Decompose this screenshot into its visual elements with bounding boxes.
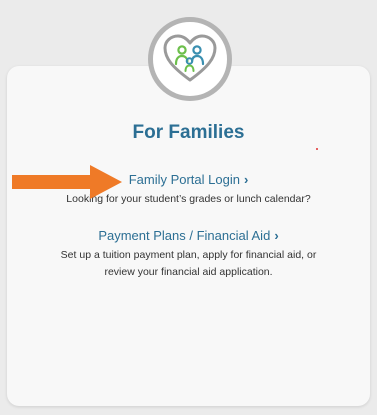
families-page: For Families Family Portal Login › Lookin… — [0, 0, 377, 415]
chevron-right-icon: › — [274, 228, 279, 243]
chevron-right-icon: › — [243, 172, 249, 187]
section-title: For Families — [132, 122, 245, 143]
payment-plans-description-line1: Set up a tuition payment plan, apply for… — [60, 249, 317, 261]
family-icon-badge — [148, 17, 232, 101]
payment-plans-label: Payment Plans / Financial Aid — [98, 228, 271, 243]
orange-arrow-icon — [12, 165, 122, 199]
stray-red-dot — [316, 148, 318, 150]
family-heart-icon — [163, 34, 217, 82]
family-portal-login-label: Family Portal Login — [128, 172, 240, 187]
payment-plans-description-line2: review your financial aid application. — [104, 266, 273, 278]
payment-plans-financial-aid-link[interactable]: Payment Plans / Financial Aid › — [0, 228, 377, 243]
